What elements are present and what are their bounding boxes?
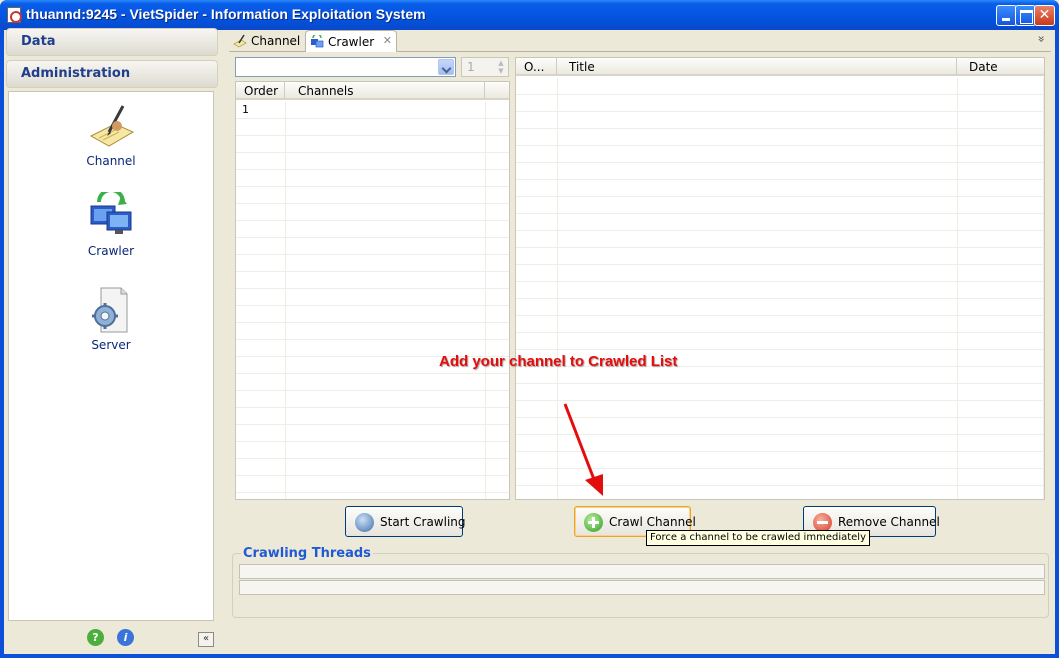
add-icon <box>584 513 603 532</box>
remove-channel-label: Remove Channel <box>838 515 940 529</box>
window-title: thuannd:9245 - VietSpider - Information … <box>26 6 426 22</box>
nav-header-administration[interactable]: Administration <box>6 60 218 88</box>
table-row-order-cell[interactable]: 1 <box>242 103 249 116</box>
close-button[interactable]: ✕ <box>1034 5 1055 26</box>
column-header-date[interactable]: Date <box>957 58 1044 75</box>
crawler-tab-icon <box>311 35 324 48</box>
annotation-arrow-icon <box>563 403 603 496</box>
maximize-button[interactable] <box>1015 5 1036 26</box>
title-bar[interactable]: thuannd:9245 - VietSpider - Information … <box>0 0 1059 30</box>
editor-area: Channel Crawler ✕ » 1 ▲ ▼ Order Channels… <box>229 30 1055 654</box>
tutorial-annotation: Add your channel to Crawled List <box>439 353 678 370</box>
crawling-threads-group: Crawling Threads <box>232 546 1049 618</box>
server-icon <box>92 287 128 333</box>
collapse-nav-button[interactable]: « <box>198 632 214 647</box>
minimize-button[interactable] <box>996 5 1017 26</box>
view-menu-chevron-icon[interactable]: » <box>1034 35 1048 42</box>
channel-icon <box>89 105 135 147</box>
administration-panel: Channel Crawler Server <box>8 91 214 621</box>
help-icon[interactable]: ? <box>87 629 104 646</box>
channel-combo[interactable] <box>235 57 456 77</box>
channels-table-header: Order Channels <box>236 82 509 100</box>
tab-crawler[interactable]: Crawler ✕ <box>305 30 397 52</box>
spinner-up-icon[interactable]: ▲ <box>495 59 507 67</box>
app-icon <box>7 7 22 23</box>
nav-item-channel-label: Channel <box>86 154 136 168</box>
nav-header-data[interactable]: Data <box>6 28 218 56</box>
thread-progress-bar <box>239 580 1045 595</box>
tab-channel[interactable]: Channel <box>229 30 301 52</box>
nav-footer: ? i « <box>6 626 218 650</box>
column-header-order[interactable]: Order <box>236 82 285 99</box>
column-header-title[interactable]: Title <box>557 58 957 75</box>
spinner-down-icon[interactable]: ▼ <box>495 67 507 75</box>
crawled-list-header: O... Title Date <box>516 58 1044 76</box>
tab-bar: Channel Crawler ✕ » <box>229 30 1051 52</box>
tab-crawler-label: Crawler <box>328 35 375 49</box>
crawl-channel-label: Crawl Channel <box>609 515 696 529</box>
nav-item-server[interactable]: Server <box>65 286 157 352</box>
channel-tab-icon <box>233 34 247 48</box>
channels-table[interactable]: Order Channels 1 <box>235 81 510 500</box>
navigation-pane: Data Administration Channel Crawler Serv… <box>6 28 218 654</box>
crawler-icon <box>90 192 132 234</box>
close-tab-icon[interactable]: ✕ <box>383 34 392 47</box>
crawl-start-icon <box>355 513 374 532</box>
nav-item-crawler-label: Crawler <box>87 244 135 258</box>
order-spinner-value: 1 <box>467 60 475 74</box>
nav-item-crawler[interactable]: Crawler <box>65 192 157 258</box>
app-window: thuannd:9245 - VietSpider - Information … <box>0 0 1059 658</box>
nav-item-server-label: Server <box>91 338 131 352</box>
order-spinner[interactable]: 1 ▲ ▼ <box>461 57 509 77</box>
info-icon[interactable]: i <box>117 629 134 646</box>
start-crawling-label: Start Crawling <box>380 515 466 529</box>
crawl-channel-tooltip: Force a channel to be crawled immediatel… <box>646 530 870 546</box>
start-crawling-button[interactable]: Start Crawling <box>345 506 466 537</box>
crawling-threads-title: Crawling Threads <box>241 546 373 561</box>
nav-item-channel[interactable]: Channel <box>65 102 157 168</box>
column-header-order-short[interactable]: O... <box>516 58 557 75</box>
chevron-down-icon[interactable] <box>438 59 454 75</box>
column-header-channels[interactable]: Channels <box>285 82 485 99</box>
client-area: Data Administration Channel Crawler Serv… <box>4 28 1055 654</box>
thread-progress-bar <box>239 564 1045 579</box>
channels-table-body <box>236 102 509 499</box>
tab-channel-label: Channel <box>251 34 301 48</box>
